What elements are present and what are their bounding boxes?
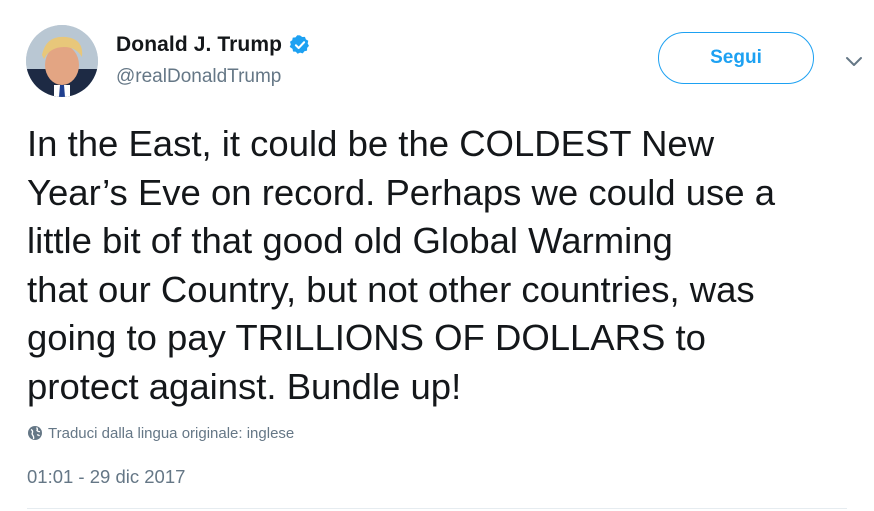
author-name-row: Donald J. Trump <box>116 30 311 60</box>
translate-link[interactable]: Traduci dalla lingua originale: inglese <box>27 422 294 444</box>
chevron-down-icon[interactable] <box>843 50 865 72</box>
tweet-text: In the East, it could be the COLDEST New… <box>27 123 776 407</box>
verified-badge-icon <box>289 34 311 56</box>
tweet-card: Donald J. Trump @realDonaldTrump Segui I… <box>0 0 874 511</box>
avatar[interactable] <box>26 25 98 97</box>
follow-button[interactable]: Segui <box>658 32 814 84</box>
author-handle[interactable]: @realDonaldTrump <box>116 66 281 88</box>
translate-label: Traduci dalla lingua originale: inglese <box>48 424 295 442</box>
globe-icon <box>27 425 43 441</box>
tweet-timestamp[interactable]: 01:01 - 29 dic 2017 <box>27 466 185 488</box>
divider <box>27 508 847 509</box>
author-display-name[interactable]: Donald J. Trump <box>116 33 282 57</box>
profile-photo <box>26 25 98 97</box>
